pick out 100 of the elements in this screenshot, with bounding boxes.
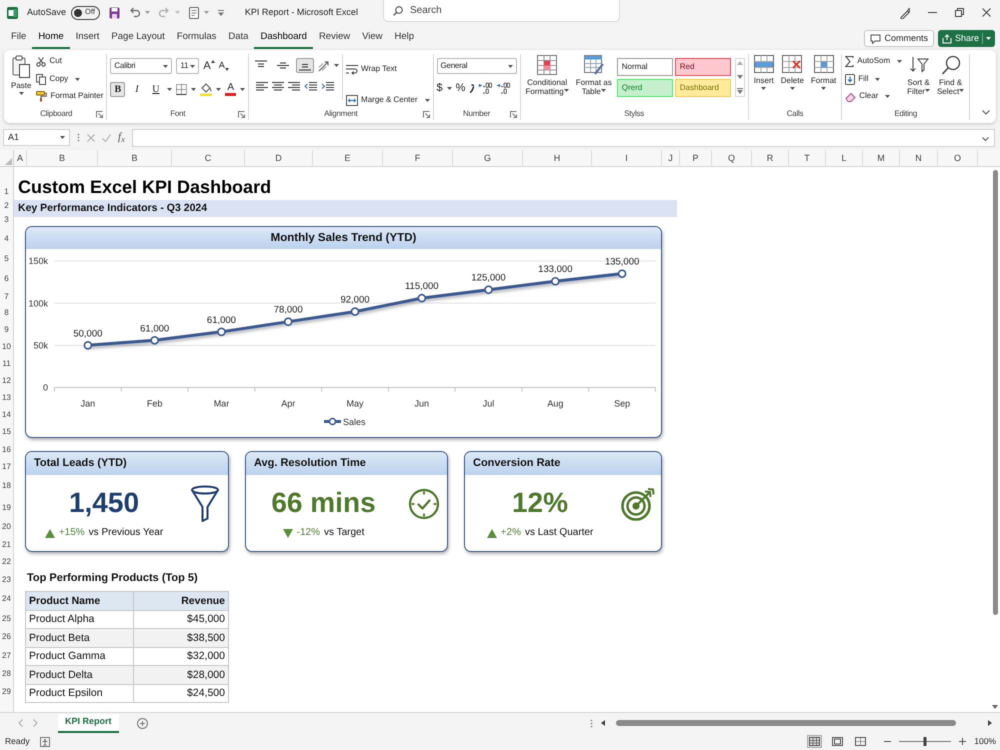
- insert-function-button[interactable]: f$_{x}$: [118, 131, 125, 144]
- cell-style-option[interactable]: Red: [674, 58, 731, 76]
- row-header[interactable]: 24: [0, 589, 13, 609]
- save-icon[interactable]: [108, 6, 120, 18]
- scroll-right-icon[interactable]: [988, 720, 992, 726]
- align-left-icon[interactable]: [256, 81, 268, 92]
- comments-button[interactable]: Comments: [864, 30, 934, 47]
- percent-button[interactable]: %: [456, 82, 466, 94]
- scroll-left-icon[interactable]: [601, 720, 605, 726]
- accessibility-icon[interactable]: [40, 736, 50, 746]
- grid-border-icon[interactable]: [176, 84, 188, 95]
- undo-icon[interactable]: [128, 7, 140, 18]
- caret-icon[interactable]: [446, 86, 452, 90]
- ribbon-tab[interactable]: View: [356, 28, 389, 49]
- paste-button[interactable]: Paste: [9, 54, 34, 96]
- column-header[interactable]: B: [98, 150, 172, 166]
- row-header[interactable]: 23: [0, 570, 13, 589]
- cut-button[interactable]: Cut: [36, 54, 104, 69]
- document-icon[interactable]: [188, 6, 199, 18]
- increase-indent-icon[interactable]: [321, 81, 334, 92]
- column-header[interactable]: N: [900, 150, 938, 166]
- ribbon-tab[interactable]: Formulas: [170, 28, 222, 49]
- format-painter-button[interactable]: Format Painter: [36, 89, 104, 104]
- row-header[interactable]: 27: [0, 646, 13, 665]
- page-layout-button[interactable]: [830, 735, 846, 748]
- row-header[interactable]: 25: [0, 609, 13, 628]
- page-break-preview-button[interactable]: [853, 735, 868, 748]
- row-header[interactable]: 12: [0, 372, 13, 389]
- zoom-out-icon[interactable]: [884, 738, 892, 745]
- ribbon-tab[interactable]: Insert: [70, 28, 106, 49]
- column-header[interactable]: C: [172, 150, 245, 166]
- add-sheet-icon[interactable]: [136, 718, 148, 728]
- dialog-launcher-icon[interactable]: [510, 110, 517, 118]
- sort-filter-button[interactable]: Sort & Filter: [905, 54, 932, 98]
- row-header[interactable]: 7: [0, 288, 13, 305]
- merge-center-button[interactable]: Marge & Center: [346, 93, 430, 108]
- column-header[interactable]: D: [245, 150, 313, 166]
- column-header[interactable]: I: [592, 150, 662, 166]
- restore-icon[interactable]: [955, 8, 964, 17]
- column-header[interactable]: T: [789, 150, 826, 166]
- expand-caret-icon[interactable]: [982, 136, 989, 140]
- column-header[interactable]: J: [662, 150, 680, 166]
- dialog-launcher-icon[interactable]: [96, 110, 104, 118]
- column-header[interactable]: L: [826, 150, 863, 166]
- row-header[interactable]: 22: [0, 553, 13, 570]
- gallery-more-icon[interactable]: [736, 88, 743, 94]
- pen-icon[interactable]: [899, 6, 910, 18]
- row-header[interactable]: 6: [0, 269, 13, 288]
- shrink-font-button[interactable]: A: [218, 61, 229, 71]
- share-button[interactable]: Share: [938, 30, 995, 47]
- close-icon[interactable]: [982, 8, 991, 17]
- conditional-formatting-button[interactable]: Conditional Formatting: [524, 54, 571, 98]
- cell-style-option[interactable]: Dashboard: [674, 79, 731, 97]
- underline-button[interactable]: U: [148, 82, 164, 97]
- caret-icon[interactable]: [334, 64, 340, 67]
- column-header[interactable]: F: [383, 150, 453, 166]
- column-header[interactable]: Q: [712, 150, 752, 166]
- scroll-down-icon[interactable]: [992, 705, 998, 709]
- app-icon[interactable]: [7, 6, 18, 18]
- name-box[interactable]: A1: [3, 129, 70, 146]
- wrap-text-button[interactable]: Wrap Text: [346, 62, 430, 77]
- more-options-icon[interactable]: [77, 133, 80, 142]
- decrease-decimal-icon[interactable]: [496, 82, 510, 94]
- align-center-icon[interactable]: [272, 81, 284, 92]
- text-orientation-icon[interactable]: [318, 60, 330, 72]
- gallery-down-icon[interactable]: [736, 74, 743, 78]
- insert-button[interactable]: Insert: [752, 54, 776, 92]
- column-header[interactable]: M: [863, 150, 900, 166]
- column-header[interactable]: H: [523, 150, 592, 166]
- caret-icon[interactable]: [216, 88, 222, 91]
- column-header[interactable]: G: [453, 150, 523, 166]
- row-header[interactable]: 9: [0, 321, 13, 338]
- zoom-slider-thumb[interactable]: [924, 737, 927, 746]
- grow-font-button[interactable]: A: [203, 60, 215, 72]
- ribbon-tab[interactable]: Review: [312, 28, 356, 49]
- increase-decimal-icon[interactable]: [478, 82, 492, 94]
- currency-button[interactable]: $: [436, 82, 443, 94]
- fill-button[interactable]: Fill: [845, 72, 902, 86]
- font-dropdown[interactable]: Calibri: [110, 58, 172, 74]
- formula-input[interactable]: [132, 128, 995, 146]
- column-header[interactable]: R: [752, 150, 789, 166]
- column-header[interactable]: E: [313, 150, 383, 166]
- row-header[interactable]: 10: [0, 338, 13, 355]
- dialog-launcher-icon[interactable]: [422, 110, 430, 118]
- customize-icon[interactable]: [218, 10, 224, 16]
- search-field[interactable]: Search: [383, 0, 620, 22]
- font-color-button[interactable]: A: [225, 83, 236, 96]
- row-header[interactable]: 8: [0, 305, 13, 321]
- find-select-button[interactable]: Find & Select: [934, 54, 966, 98]
- collapse-ribbon-icon[interactable]: [982, 110, 990, 115]
- row-header[interactable]: 17: [0, 458, 13, 475]
- zoom-in-icon[interactable]: [959, 738, 966, 745]
- bold-button[interactable]: B: [110, 82, 126, 97]
- more-options-icon[interactable]: [590, 718, 593, 728]
- caret-icon[interactable]: [191, 88, 196, 91]
- delete-button[interactable]: Delete: [778, 54, 806, 92]
- row-header[interactable]: 29: [0, 683, 13, 701]
- zoom-slider[interactable]: [899, 737, 952, 746]
- vertical-scrollbar-thumb[interactable]: [992, 170, 998, 615]
- paint-bucket-icon[interactable]: [200, 83, 212, 96]
